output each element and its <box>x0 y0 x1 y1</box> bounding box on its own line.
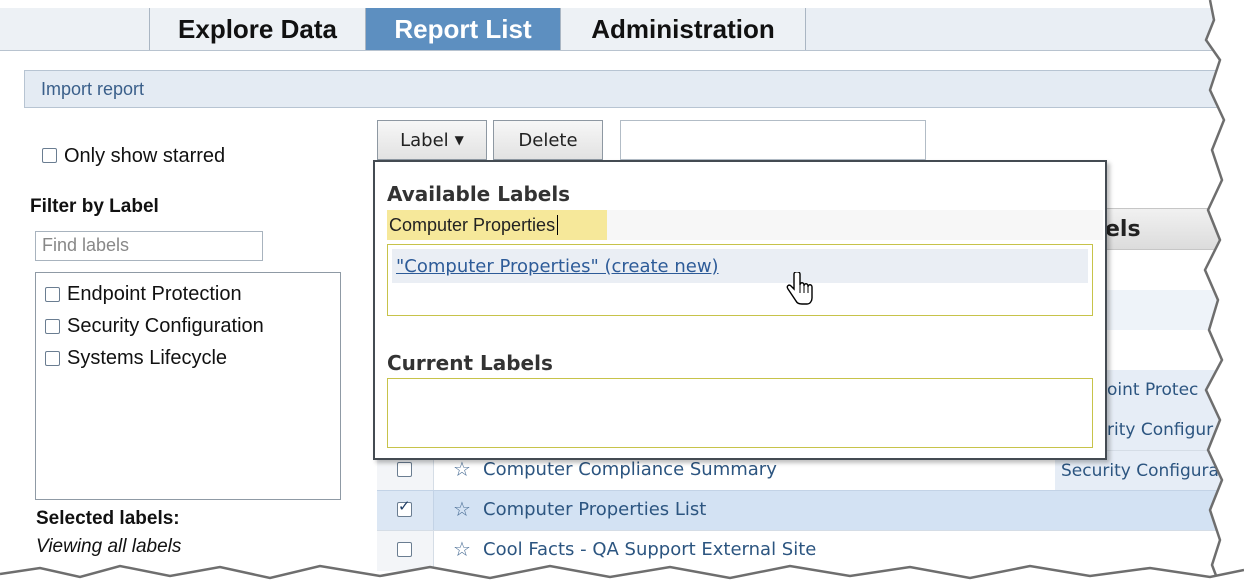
label-item: Security Configuration <box>67 315 264 337</box>
label-cell: Security Configura <box>1061 461 1219 481</box>
new-label-input[interactable]: Computer Properties <box>387 210 607 240</box>
filter-by-label-heading: Filter by Label <box>30 196 159 217</box>
label-checkbox[interactable] <box>45 351 60 366</box>
label-checkbox[interactable] <box>45 319 60 334</box>
top-nav-bar: Explore Data Report List Administration <box>0 8 1244 51</box>
report-name-link[interactable]: Computer Properties List <box>483 499 706 520</box>
star-icon[interactable]: ☆ <box>453 537 471 561</box>
new-label-input-value: Computer Properties <box>389 214 556 235</box>
label-button[interactable]: Label ▼ <box>377 120 487 160</box>
report-search-input[interactable] <box>620 120 926 160</box>
label-item: Systems Lifecycle <box>67 347 228 369</box>
table-row-selected[interactable]: ✓ ☆ Computer Properties List <box>377 490 1244 531</box>
row-checkbox[interactable] <box>397 542 412 557</box>
import-report-link[interactable]: Import report <box>41 79 144 100</box>
import-report-bar: Import report <box>24 70 1244 108</box>
label-cell: oint Protec <box>1107 380 1199 400</box>
selected-labels-heading: Selected labels: <box>36 508 180 529</box>
label-item: Endpoint Protection <box>67 283 242 305</box>
label-cell: rity Configur <box>1107 420 1214 440</box>
only-starred-label: Only show starred <box>64 145 226 167</box>
checkmark-icon: ✓ <box>398 497 411 515</box>
current-labels-list <box>387 378 1093 448</box>
report-name-link[interactable]: Computer Compliance Summary <box>483 459 777 480</box>
label-button-text: Label <box>400 129 449 151</box>
caret-down-icon: ▼ <box>454 133 464 147</box>
tab-spacer <box>0 8 150 50</box>
tab-explore-data[interactable]: Explore Data <box>150 8 366 50</box>
current-labels-heading: Current Labels <box>387 351 553 375</box>
label-dropdown-panel: Available Labels Computer Properties "Co… <box>373 160 1107 460</box>
tab-report-list[interactable]: Report List <box>366 8 560 50</box>
only-starred-checkbox[interactable] <box>42 148 57 163</box>
star-icon[interactable]: ☆ <box>453 457 471 481</box>
row-checkbox[interactable] <box>397 462 412 477</box>
hand-cursor-icon <box>785 271 815 306</box>
text-cursor <box>557 215 559 235</box>
available-labels-heading: Available Labels <box>387 182 571 206</box>
report-name-link[interactable]: Cool Facts - QA Support External Site <box>483 539 816 560</box>
label-list: Endpoint Protection Security Configurati… <box>35 272 341 500</box>
available-labels-list: "Computer Properties" (create new) <box>387 244 1093 316</box>
table-row[interactable]: ☆ Cool Facts - QA Support External Site <box>377 530 1244 571</box>
star-icon[interactable]: ☆ <box>453 497 471 521</box>
create-label-option[interactable]: "Computer Properties" (create new) <box>392 249 1088 283</box>
viewing-all-labels-text: Viewing all labels <box>36 536 182 557</box>
tab-administration[interactable]: Administration <box>560 8 806 50</box>
label-checkbox[interactable] <box>45 287 60 302</box>
find-labels-input[interactable]: Find labels <box>35 231 263 261</box>
delete-button[interactable]: Delete <box>493 120 603 160</box>
